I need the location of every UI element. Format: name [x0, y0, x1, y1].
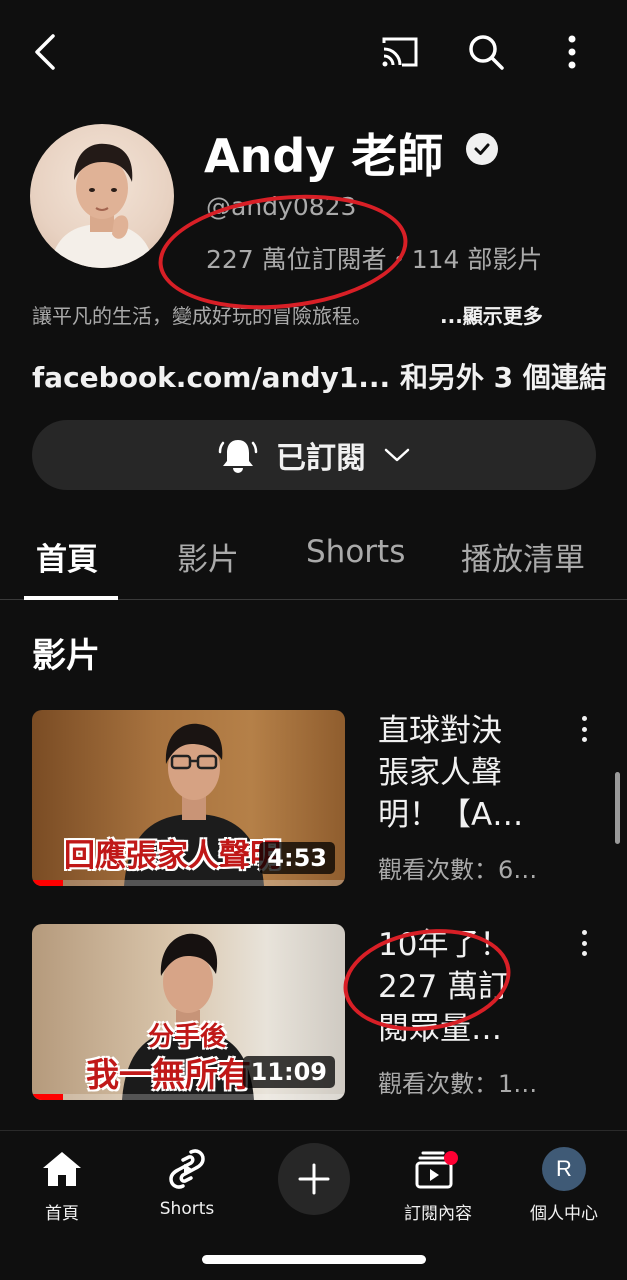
video-thumbnail[interactable]: 分手後 我一無所有 11:09 [32, 924, 345, 1100]
back-button[interactable] [18, 24, 74, 80]
bell-icon [218, 440, 258, 473]
watch-progress-track [32, 880, 345, 886]
chevron-down-icon [384, 448, 410, 462]
search-icon [469, 35, 504, 70]
home-icon [43, 1152, 81, 1186]
video-duration: 11:09 [242, 1056, 335, 1088]
nav-subscriptions[interactable]: 訂閱內容 [388, 1145, 488, 1224]
video-more-options-icon[interactable] [572, 714, 596, 744]
watch-progress-bar [32, 880, 64, 886]
show-more-link[interactable]: ...顯示更多 [440, 300, 543, 329]
video-duration: 4:53 [259, 842, 335, 874]
video-item[interactable]: 回應張家人聲明 4:53 直球對決 張家人聲 明！【A… 觀看次數：6… [32, 710, 596, 886]
channel-avatar[interactable] [30, 124, 174, 268]
avatar-portrait [50, 143, 154, 268]
subscribed-label: 已訂閱 [276, 441, 366, 476]
video-count: 114 部影片 [411, 245, 543, 274]
video-item[interactable]: 分手後 我一無所有 11:09 10年了！ 227 萬訂 閱眾量… 觀看次數：1… [32, 924, 596, 1100]
section-title: 影片 [32, 636, 100, 676]
nav-you-label: 個人中心 [530, 1204, 598, 1224]
video-title[interactable]: 直球對決 張家人聲 明！【A… [378, 710, 558, 836]
nav-you[interactable]: R 個人中心 [514, 1145, 614, 1224]
search-button[interactable] [458, 24, 514, 80]
watch-progress-bar [32, 1094, 64, 1100]
shorts-icon [169, 1149, 205, 1189]
user-avatar: R [542, 1147, 586, 1191]
channel-tabs: 首頁 影片 Shorts 播放清單 [0, 522, 627, 600]
video-views: 觀看次數：6… [378, 856, 538, 884]
video-title-line: 直球對決 [378, 713, 502, 749]
active-tab-indicator [24, 596, 118, 600]
nav-home-label: 首頁 [45, 1204, 79, 1224]
watch-progress-track [32, 1094, 345, 1100]
more-vertical-icon [568, 35, 576, 69]
tab-videos[interactable]: 影片 [177, 534, 239, 579]
tab-playlists[interactable]: 播放清單 [461, 534, 585, 579]
verified-badge-icon [466, 133, 498, 165]
bottom-navigation: 首頁 Shorts 訂閱內容 R 個人中心 [0, 1130, 627, 1280]
cast-button[interactable] [372, 24, 428, 80]
video-more-options-icon[interactable] [572, 928, 596, 958]
tab-home[interactable]: 首頁 [36, 534, 98, 579]
nav-shorts-label: Shorts [159, 1199, 215, 1219]
nav-subscriptions-label: 訂閱內容 [404, 1204, 472, 1224]
video-title-line: 明！【A… [378, 797, 524, 833]
video-views: 觀看次數：1… [378, 1070, 538, 1098]
back-arrow-icon [35, 34, 55, 70]
cast-icon [382, 37, 418, 67]
scrollbar[interactable] [615, 772, 620, 844]
tab-shorts[interactable]: Shorts [306, 534, 405, 570]
thumbnail-caption: 回應張家人聲明 [64, 838, 281, 874]
thumbnail-caption: 我一無所有 [86, 1055, 251, 1094]
top-bar [0, 0, 627, 100]
channel-name: Andy 老師 [204, 129, 444, 183]
nav-home[interactable]: 首頁 [12, 1145, 112, 1224]
channel-links[interactable]: facebook.com/andy1... 和另外 3 個連結 [32, 356, 607, 396]
subscribed-button[interactable]: 已訂閱 [32, 420, 596, 490]
create-button[interactable] [278, 1143, 350, 1215]
subscriptions-icon [415, 1151, 458, 1189]
plus-icon [298, 1163, 330, 1195]
home-indicator [202, 1255, 426, 1264]
video-title-line: 張家人聲 [378, 755, 502, 791]
channel-description[interactable]: 讓平凡的生活，變成好玩的冒險旅程。 [32, 300, 372, 329]
more-options-button[interactable] [544, 24, 600, 80]
nav-shorts[interactable]: Shorts [137, 1145, 237, 1219]
video-thumbnail[interactable]: 回應張家人聲明 4:53 [32, 710, 345, 886]
